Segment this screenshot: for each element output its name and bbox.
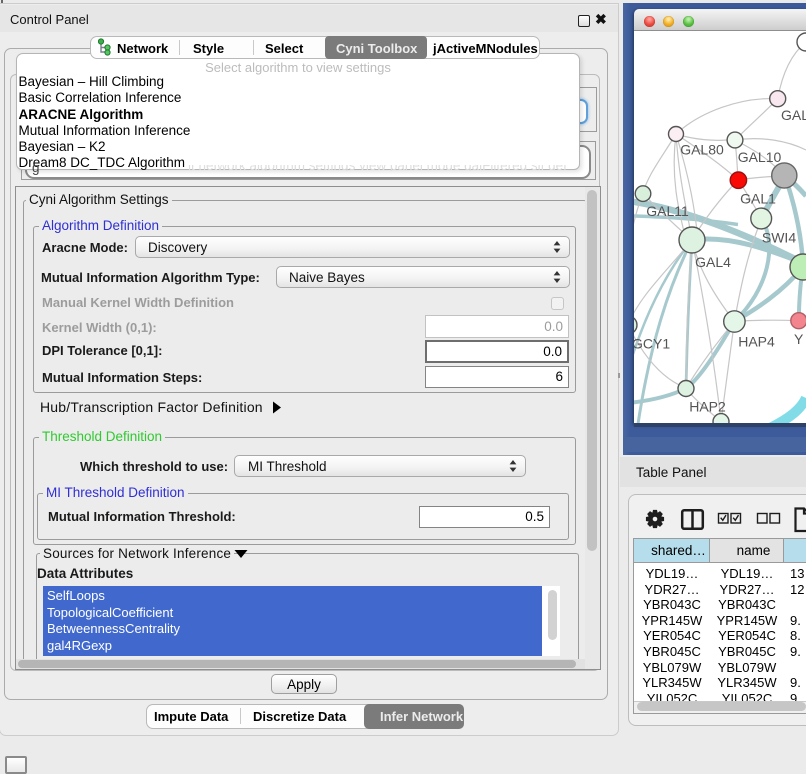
svg-text:HAP2: HAP2 [689,399,726,415]
svg-text:GCY1: GCY1 [634,336,670,352]
svg-text:Y: Y [794,331,804,347]
svg-text:GAL4: GAL4 [695,254,731,270]
svg-text:GAL2: GAL2 [781,107,806,123]
svg-text:GAL11: GAL11 [646,203,689,219]
svg-text:SWI4: SWI4 [762,230,796,246]
svg-text:HAP4: HAP4 [738,334,775,350]
svg-text:GAL1: GAL1 [740,191,776,207]
svg-text:GAL80: GAL80 [680,142,724,158]
svg-text:GAL10: GAL10 [738,149,782,165]
